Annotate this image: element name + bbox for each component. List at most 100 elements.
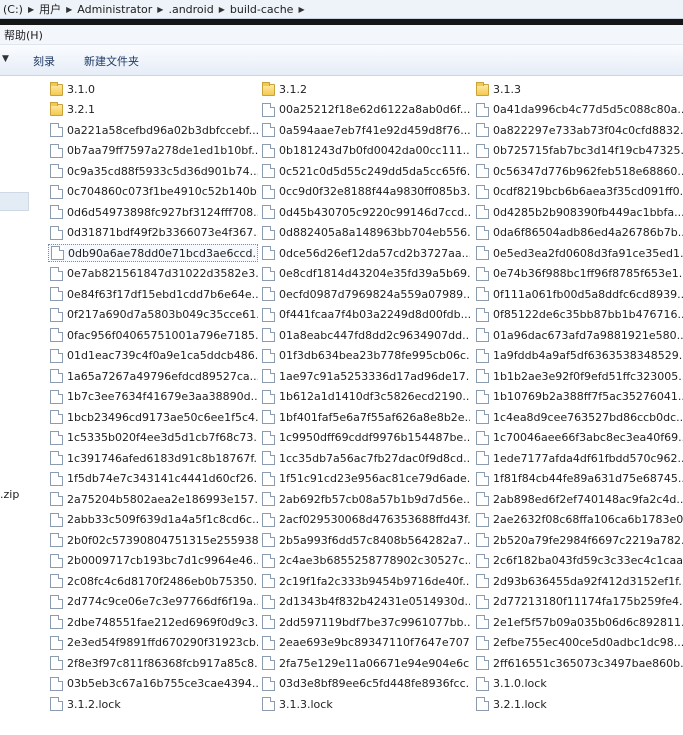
file-item[interactable]: 1b7c3ee7634f41679e3aa38890d...: [48, 388, 258, 406]
file-item[interactable]: 2c19f1fa2c333b9454b9716de40f...: [260, 572, 470, 590]
file-item[interactable]: 01a8eabc447fd8dd2c9634907dd...: [260, 326, 470, 344]
file-item[interactable]: 0a41da996cb4c77d5d5c088c80a...: [474, 101, 683, 119]
file-item[interactable]: 2abb33c509f639d1a4a5f1c8cd6c...: [48, 511, 258, 529]
file-item[interactable]: 0a822297e733ab73f04c0cfd8832...: [474, 121, 683, 139]
file-item[interactable]: 1f51c91cd23e956ac81ce79d6ade...: [260, 470, 470, 488]
file-item[interactable]: 0ecfd0987d7969824a559a07989...: [260, 285, 470, 303]
file-item[interactable]: 2ab898ed6f2ef740148ac9fa2c4d...: [474, 490, 683, 508]
file-item[interactable]: 0e8cdf1814d43204e35fd39a5b69...: [260, 265, 470, 283]
file-item[interactable]: 2dbe748551fae212ed6969f0d9c3...: [48, 613, 258, 631]
file-item[interactable]: 1b10769b2a388ff7f5ac35276041...: [474, 388, 683, 406]
file-item[interactable]: 2b0f02c57390804751315e255938...: [48, 531, 258, 549]
file-item[interactable]: 0f441fcaa7f4b03a2249d8d00fdb...: [260, 306, 470, 324]
breadcrumb-separator-icon[interactable]: ▶: [217, 5, 227, 14]
file-item[interactable]: 2acf029530068d476353688ffd43f...: [260, 511, 470, 529]
file-item[interactable]: 2a75204b5802aea2e186993e157...: [48, 490, 258, 508]
file-item[interactable]: 2d77213180f11174fa175b259fe4...: [474, 593, 683, 611]
breadcrumb-build-cache[interactable]: build-cache: [227, 3, 297, 16]
file-item[interactable]: 2ff616551c365073c3497bae860b...: [474, 654, 683, 672]
breadcrumb-drive[interactable]: (C:): [0, 3, 26, 16]
file-item[interactable]: 0d882405a8a148963bb704eb556...: [260, 224, 470, 242]
file-item[interactable]: 0c521c0d5d55c249dd5da5cc65f6...: [260, 162, 470, 180]
file-item[interactable]: 1f5db74e7c343141c4441d60cf26...: [48, 470, 258, 488]
file-item[interactable]: 2c6f182ba043fd59c3c33ec4c1caa...: [474, 552, 683, 570]
folder-item[interactable]: 3.1.0: [48, 80, 258, 98]
file-item[interactable]: 0c56347d776b962feb518e68860...: [474, 162, 683, 180]
file-item[interactable]: 0f111a061fb00d5a8ddfc6cd8939...: [474, 285, 683, 303]
nav-item-zip[interactable]: .zip: [0, 488, 19, 501]
file-item[interactable]: 1ede7177afda4df61fbdd570c962...: [474, 449, 683, 467]
breadcrumb-users[interactable]: 用户: [36, 1, 64, 17]
file-item[interactable]: 0d4285b2b908390fb449ac1bbfa...: [474, 203, 683, 221]
file-item[interactable]: 1b1b2ae3e92f0f9efd51ffc323005...: [474, 367, 683, 385]
chevron-down-icon[interactable]: ▼: [2, 54, 9, 64]
file-item[interactable]: 1c70046aee66f3abc8ec3ea40f69...: [474, 429, 683, 447]
folder-item[interactable]: 3.1.3: [474, 80, 683, 98]
file-item[interactable]: 0d31871bdf49f2b3366073e4f367...: [48, 224, 258, 242]
file-item[interactable]: 1c391746afed6183d91c8b18767f...: [48, 449, 258, 467]
file-item[interactable]: 1c5335b020f4ee3d5d1cb7f68c73...: [48, 429, 258, 447]
breadcrumb-separator-icon[interactable]: ▶: [64, 5, 74, 14]
file-item[interactable]: 01a96dac673afd7a9881921e580...: [474, 326, 683, 344]
file-item[interactable]: 0f85122de6c35bb87bb1b476716...: [474, 306, 683, 324]
breadcrumb-separator-icon[interactable]: ▶: [155, 5, 165, 14]
new-folder-button[interactable]: 新建文件夹: [84, 53, 139, 69]
file-item[interactable]: 1bf401faf5e6a7f55af626a8e8b2e...: [260, 408, 470, 426]
file-item[interactable]: 1bcb23496cd9173ae50c6ee1f5c4...: [48, 408, 258, 426]
address-bar[interactable]: (C:) ▶ 用户 ▶ Administrator ▶ .android ▶ b…: [0, 0, 683, 19]
file-item[interactable]: 0fac956f04065751001a796e7185...: [48, 326, 258, 344]
file-item[interactable]: 1a65a7267a49796efdcd89527ca...: [48, 367, 258, 385]
file-item[interactable]: 1f81f84cb44fe89a631d75e68745...: [474, 470, 683, 488]
file-item[interactable]: 0f217a690d7a5803b049c35cce61...: [48, 306, 258, 324]
file-item[interactable]: 2b520a79fe2984f6697c2219a782...: [474, 531, 683, 549]
file-item[interactable]: 2c4ae3b6855258778902c30527c...: [260, 552, 470, 570]
file-item[interactable]: 0a594aae7eb7f41e92d459d8f76...: [260, 121, 470, 139]
file-item[interactable]: 0cdf8219bcb6b6aea3f35cd091ff0...: [474, 183, 683, 201]
file-item[interactable]: 0d6d54973898fc927bf3124fff708...: [48, 203, 258, 221]
file-item[interactable]: 0da6f86504adb86ed4a26786b7b...: [474, 224, 683, 242]
file-item[interactable]: 2e3ed54f9891ffd670290f31923cb...: [48, 634, 258, 652]
file-item[interactable]: 2ae2632f08c68ffa106ca6b1783e0...: [474, 511, 683, 529]
file-item[interactable]: 2dd597119bdf7be37c9961077bb...: [260, 613, 470, 631]
breadcrumb-administrator[interactable]: Administrator: [74, 3, 155, 16]
file-item[interactable]: 0cc9d0f32e8188f44a9830ff085b3...: [260, 183, 470, 201]
file-item[interactable]: 2b5a993f6dd57c8408b564282a7...: [260, 531, 470, 549]
file-item[interactable]: 1b612a1d1410df3c5826ecd2190...: [260, 388, 470, 406]
file-item[interactable]: 0c704860c073f1be4910c52b140b...: [48, 183, 258, 201]
file-item[interactable]: 0d45b430705c9220c99146d7ccd...: [260, 203, 470, 221]
file-item[interactable]: 00a25212f18e62d6122a8ab0d6f...: [260, 101, 470, 119]
file-item[interactable]: 2e1ef5f57b09a035b06d6c892811...: [474, 613, 683, 631]
file-item[interactable]: 0b181243d7b0fd0042da00cc111...: [260, 142, 470, 160]
burn-button[interactable]: 刻录: [33, 53, 55, 69]
file-item[interactable]: 2fa75e129e11a06671e94e904e6c...: [260, 654, 470, 672]
file-item[interactable]: 1c4ea8d9cee763527bd86ccb0dc...: [474, 408, 683, 426]
file-item[interactable]: 0dce56d26ef12da57cd2b3727aa...: [260, 244, 470, 262]
folder-item[interactable]: 3.1.2: [260, 80, 470, 98]
folder-item[interactable]: 3.2.1: [48, 101, 258, 119]
file-item[interactable]: 1a9fddb4a9af5df6363538348529...: [474, 347, 683, 365]
menu-help[interactable]: 帮助(H): [0, 27, 43, 43]
file-item[interactable]: 2efbe755ec400ce5d0adbc1dc98...: [474, 634, 683, 652]
file-item[interactable]: 3.1.0.lock: [474, 675, 683, 693]
file-item[interactable]: 0db90a6ae78dd0e71bcd3ae6ccd...: [48, 244, 258, 262]
file-item[interactable]: 1cc35db7a56ac7fb27dac0f9d8cd...: [260, 449, 470, 467]
breadcrumb-android[interactable]: .android: [165, 3, 216, 16]
file-item[interactable]: 0b7aa79ff7597a278de1ed1b10bf...: [48, 142, 258, 160]
file-item[interactable]: 2eae693e9bc89347110f7647e707...: [260, 634, 470, 652]
breadcrumb-separator-icon[interactable]: ▶: [26, 5, 36, 14]
breadcrumb-separator-icon[interactable]: ▶: [296, 5, 306, 14]
file-item[interactable]: 2d774c9ce06e7c3e97766df6f19a...: [48, 593, 258, 611]
file-item[interactable]: 0e5ed3ea2fd0608d3fa91ce35ed1...: [474, 244, 683, 262]
file-item[interactable]: 0e74b36f988bc1ff96f8785f653e1...: [474, 265, 683, 283]
file-item[interactable]: 2b0009717cb193bc7d1c9964e46...: [48, 552, 258, 570]
file-item[interactable]: 0e7ab821561847d31022d3582e3...: [48, 265, 258, 283]
file-item[interactable]: 3.1.2.lock: [48, 695, 258, 713]
file-item[interactable]: 2d1343b4f832b42431e0514930d...: [260, 593, 470, 611]
file-item[interactable]: 03b5eb3c67a16b755ce3cae4394...: [48, 675, 258, 693]
file-item[interactable]: 3.2.1.lock: [474, 695, 683, 713]
nav-selected-item[interactable]: [0, 192, 29, 211]
file-item[interactable]: 0a221a58cefbd96a02b3dbfccebf...: [48, 121, 258, 139]
file-item[interactable]: 1ae97c91a5253336d17ad96de17...: [260, 367, 470, 385]
file-item[interactable]: 2d93b636455da92f412d3152ef1f...: [474, 572, 683, 590]
file-item[interactable]: 0c9a35cd88f5933c5d36d901b74...: [48, 162, 258, 180]
